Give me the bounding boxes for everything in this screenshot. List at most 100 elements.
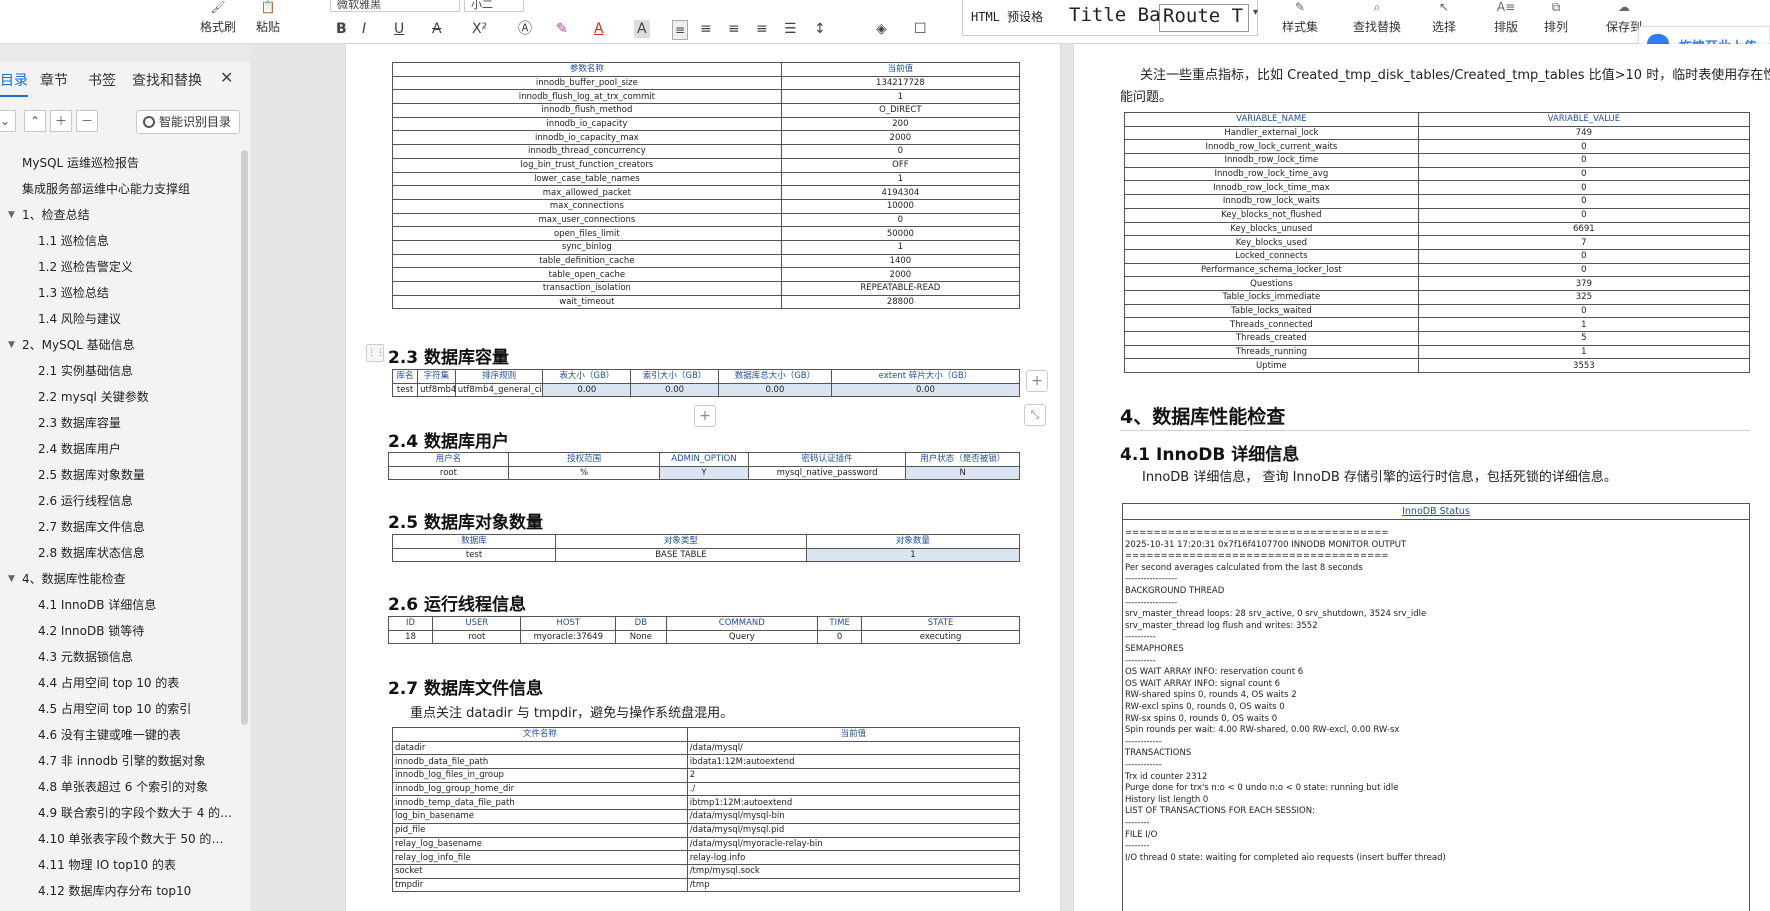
table-cell[interactable]: Innodb_row_lock_waits <box>1124 194 1419 209</box>
distributed-icon[interactable]: ☰ <box>784 20 797 38</box>
table-cell[interactable]: 325 <box>1417 289 1751 305</box>
add-row-icon[interactable]: + <box>694 405 716 427</box>
table-cell[interactable]: O_DIRECT <box>780 103 1021 118</box>
table-cell[interactable]: innodb_data_file_path <box>392 754 688 770</box>
collapse-up-icon[interactable]: ⌃ <box>24 110 46 132</box>
table-cell[interactable]: Innodb_row_lock_current_waits <box>1124 139 1419 155</box>
line-spacing-icon[interactable]: ↕ <box>814 20 826 38</box>
table-cell[interactable]: utf8mb4 <box>417 382 456 398</box>
table-cell[interactable]: tmpdir <box>392 877 688 893</box>
table-cell[interactable]: 0 <box>1417 194 1751 209</box>
shading-icon[interactable]: ◈ <box>876 20 887 38</box>
toc-item[interactable]: 4.7 非 innodb 引擎的数据对象 <box>38 750 234 772</box>
table-cell[interactable]: 1 <box>1417 344 1751 360</box>
table-cell[interactable]: 0 <box>1417 248 1751 264</box>
toc-item[interactable]: 2、MySQL 基础信息 <box>22 334 247 356</box>
toc-expand-caret-icon[interactable]: ▼ <box>8 568 15 590</box>
layout-button[interactable]: A≡ 排版 <box>1484 0 1528 35</box>
toc-item[interactable]: 1.4 风险与建议 <box>38 308 234 330</box>
table-cell[interactable]: Innodb_row_lock_time_avg <box>1124 166 1419 182</box>
table-cell[interactable]: 749 <box>1417 125 1751 141</box>
toc-item[interactable]: 4.1 InnoDB 详细信息 <box>38 594 234 616</box>
table-cell[interactable]: % <box>507 465 661 481</box>
table-cell[interactable]: Performance_schema_locker_lost <box>1124 262 1419 278</box>
table-cell[interactable]: 2000 <box>780 267 1021 282</box>
bold-button[interactable]: B <box>336 20 347 38</box>
table-cell[interactable]: 0 <box>1417 166 1751 182</box>
toc-item[interactable]: 4.10 单张表字段个数大于 50 的对 ... <box>38 828 234 850</box>
table-cell[interactable]: 0 <box>1417 139 1751 155</box>
table-cell[interactable]: log_bin_basename <box>392 809 688 824</box>
style-route[interactable]: Route T <box>1159 4 1249 32</box>
toc-item[interactable]: 2.1 实例基础信息 <box>38 360 234 382</box>
italic-button[interactable]: I <box>362 20 366 38</box>
table-cell[interactable]: 200 <box>780 116 1021 132</box>
table-cell[interactable]: 2000 <box>780 130 1021 146</box>
close-icon[interactable]: ✕ <box>220 68 233 87</box>
table-cell[interactable]: 1 <box>1417 317 1751 332</box>
toc-scrollbar[interactable] <box>241 150 248 725</box>
table-cell[interactable]: N <box>905 465 1020 481</box>
table-cell[interactable]: 0 <box>1417 303 1751 319</box>
table-cell[interactable]: lower_case_table_names <box>392 171 782 187</box>
table-cell[interactable]: max_connections <box>392 198 782 214</box>
table-cell[interactable]: 6691 <box>1417 221 1751 237</box>
table-cell[interactable]: Key_blocks_unused <box>1124 221 1419 237</box>
table-cell[interactable]: 28800 <box>780 294 1021 310</box>
toc-item[interactable]: 2.3 数据库容量 <box>38 412 234 434</box>
toc-item[interactable]: 4.9 联合索引的字段个数大于 4 的 ... <box>38 802 234 824</box>
style-html-preset[interactable]: HTML 预设格 <box>971 8 1043 36</box>
toc-item[interactable]: 4.11 物理 IO top10 的表 <box>38 854 234 876</box>
font-color-button[interactable]: A <box>594 20 604 38</box>
toc-expand-caret-icon[interactable]: ▼ <box>8 334 15 356</box>
text-effect-icon[interactable]: Ⓐ <box>518 20 532 38</box>
table-cell[interactable]: table_open_cache <box>392 267 782 282</box>
style-title-bar[interactable]: Title Ba <box>1069 4 1161 32</box>
add-heading-icon[interactable]: ＋ <box>50 110 72 132</box>
table-cell[interactable]: Query <box>665 629 819 645</box>
table-cell[interactable]: /tmp <box>686 877 1021 893</box>
table-cell[interactable]: Questions <box>1124 276 1419 291</box>
table-cell[interactable]: Uptime <box>1124 358 1419 374</box>
table-cell[interactable]: innodb_temp_data_file_path <box>392 795 688 811</box>
toc-item[interactable]: 4.6 没有主键或唯一键的表 <box>38 724 234 746</box>
table-cell[interactable]: 1 <box>780 89 1021 105</box>
toc-item[interactable]: 4.3 元数据锁信息 <box>38 646 234 668</box>
table-cell[interactable]: max_user_connections <box>392 212 782 228</box>
toc-item[interactable]: 4.12 数据库内存分布 top10 <box>38 880 234 902</box>
table-cell[interactable]: socket <box>392 863 688 879</box>
table-cell[interactable]: innodb_io_capacity <box>392 116 782 132</box>
table-cell[interactable]: 0 <box>780 144 1021 159</box>
table-cell[interactable]: 3553 <box>1417 358 1751 374</box>
table-cell[interactable]: Threads_created <box>1124 331 1419 346</box>
table-cell[interactable]: Key_blocks_not_flushed <box>1124 207 1419 223</box>
toc-item[interactable]: 1.1 巡检信息 <box>38 230 234 252</box>
underline-button[interactable]: U <box>394 20 404 38</box>
justify-icon[interactable]: ≡ <box>756 20 768 38</box>
add-column-icon[interactable]: + <box>1026 370 1048 392</box>
table-cell[interactable]: Innodb_row_lock_time <box>1124 153 1419 168</box>
table-cell[interactable]: innodb_flush_method <box>392 103 782 118</box>
table-cell[interactable]: Table_locks_immediate <box>1124 289 1419 305</box>
table-cell[interactable]: 1 <box>805 547 1021 563</box>
table-cell[interactable]: innodb_io_capacity_max <box>392 130 782 146</box>
table-cell[interactable]: root <box>388 465 509 481</box>
table-cell[interactable]: 0 <box>817 629 863 645</box>
table-cell[interactable]: 0.00 <box>542 382 632 398</box>
toc-item[interactable]: 2.2 mysql 关键参数 <box>38 386 234 408</box>
table-cell[interactable]: innodb_buffer_pool_size <box>392 75 782 91</box>
border-icon[interactable]: ☐ <box>914 20 927 38</box>
table-cell[interactable]: test <box>391 547 557 563</box>
table-cell[interactable]: 5 <box>1417 331 1751 346</box>
table-cell[interactable]: relay_log_info_file <box>392 850 688 865</box>
toc-item[interactable]: 2.6 运行线程信息 <box>38 490 234 512</box>
table-cell[interactable]: 134217728 <box>780 75 1021 91</box>
table-cell[interactable]: 0 <box>1417 207 1751 223</box>
table-cell[interactable]: 4194304 <box>780 185 1021 200</box>
toc-item[interactable]: 1.3 巡检总结 <box>38 282 234 304</box>
char-shading-icon[interactable]: A <box>634 20 650 38</box>
toc-item[interactable]: 4.2 InnoDB 锁等待 <box>38 620 234 642</box>
table-cell[interactable]: mysql_native_password <box>747 465 907 481</box>
strikethrough-button[interactable]: A <box>432 20 442 38</box>
table-cell[interactable]: Innodb_row_lock_time_max <box>1124 180 1419 196</box>
